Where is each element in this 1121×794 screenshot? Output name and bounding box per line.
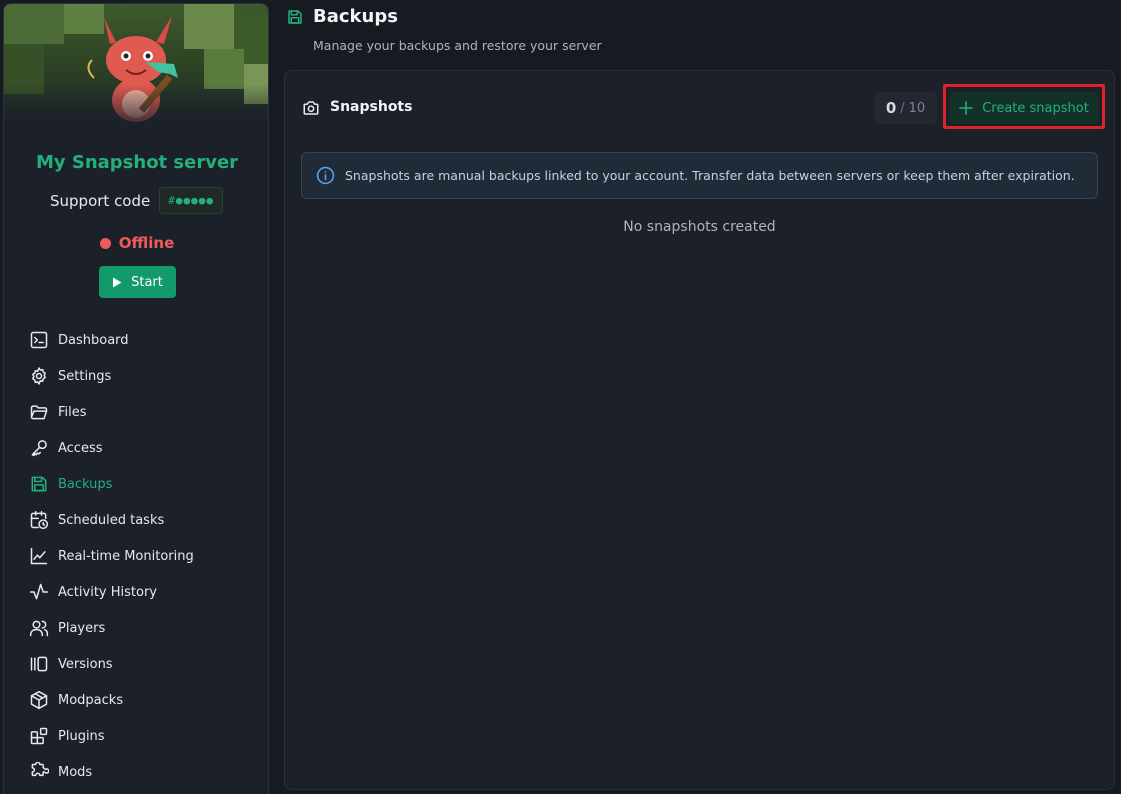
versions-icon [30,656,48,672]
camera-icon [303,101,319,115]
key-icon [31,440,47,457]
save-icon [31,476,47,492]
package-icon [30,690,48,710]
sidebar-item-modpacks[interactable]: Modpacks [4,682,268,718]
plus-icon [959,101,973,115]
users-icon [29,620,49,637]
support-code-label: Support code [50,191,151,210]
blocks-icon [30,727,48,745]
terminal-icon [30,331,48,349]
sidebar-item-scheduled-tasks[interactable]: Scheduled tasks [4,502,268,538]
sidebar: My Snapshot server Support code #●●●●● O… [3,3,269,794]
server-name: My Snapshot server [35,152,239,173]
snapshots-panel: Snapshots 0 / 10 Create snapshot Snapsho… [284,70,1115,790]
sidebar-item-label: Real-time Monitoring [58,548,194,564]
sidebar-item-label: Settings [58,368,112,384]
support-code-row: Support code #●●●●● [50,187,223,214]
gear-icon [32,367,46,385]
sidebar-item-backups[interactable]: Backups [4,466,268,502]
sidebar-item-label: Mods [58,764,93,780]
sidebar-item-settings[interactable]: Settings [4,358,268,394]
sidebar-item-label: Modpacks [58,692,124,708]
sidebar-item-plugins[interactable]: Plugins [4,718,268,754]
puzzle-icon [31,762,49,777]
sidebar-item-activity-history[interactable]: Activity History [4,574,268,610]
sidebar-item-label: Files [58,404,87,420]
sidebar-item-label: Activity History [58,584,157,600]
sidebar-item-versions[interactable]: Versions [4,646,268,682]
folder-icon [30,405,48,420]
page-title: Backups [313,6,398,27]
sidebar-item-label: Dashboard [58,332,129,348]
info-text: Snapshots are manual backups linked to y… [345,168,1075,183]
sidebar-nav: Dashboard Settings Files Access Backups … [4,322,268,790]
sidebar-item-label: Scheduled tasks [58,512,165,528]
support-code-value[interactable]: #●●●●● [159,187,223,214]
snapshot-max: 10 [908,100,926,116]
snapshot-count: 0 [885,99,897,117]
play-icon [113,277,122,287]
snapshots-title: Snapshots [330,99,413,115]
sidebar-item-label: Plugins [58,728,105,744]
info-icon [316,166,335,185]
sidebar-item-label: Backups [58,476,113,492]
sidebar-item-label: Versions [58,656,113,672]
empty-state-text: No snapshots created [623,219,776,235]
sidebar-item-files[interactable]: Files [4,394,268,430]
server-status: Offline [4,234,268,252]
create-snapshot-label: Create snapshot [982,100,1089,116]
sidebar-item-label: Players [58,620,106,636]
start-button-label: Start [131,274,163,290]
snapshot-counter: 0 / 10 [874,92,937,124]
calendar-clock-icon [30,510,49,530]
snapshot-count-separator: / [900,100,905,116]
sidebar-item-dashboard[interactable]: Dashboard [4,322,268,358]
sidebar-item-mods[interactable]: Mods [4,754,268,790]
sidebar-item-access[interactable]: Access [4,430,268,466]
start-button[interactable]: Start [99,266,176,298]
sidebar-item-real-time-monitoring[interactable]: Real-time Monitoring [4,538,268,574]
activity-icon [29,583,49,600]
line-chart-icon [30,547,48,565]
server-banner-image [4,4,268,134]
sidebar-item-players[interactable]: Players [4,610,268,646]
create-snapshot-button[interactable]: Create snapshot [950,92,1098,124]
sidebar-item-label: Access [58,440,103,456]
status-text: Offline [118,234,175,252]
info-alert: Snapshots are manual backups linked to y… [301,152,1098,199]
status-dot-icon [99,237,111,249]
save-icon [288,10,302,24]
page-subtitle: Manage your backups and restore your ser… [313,38,602,53]
